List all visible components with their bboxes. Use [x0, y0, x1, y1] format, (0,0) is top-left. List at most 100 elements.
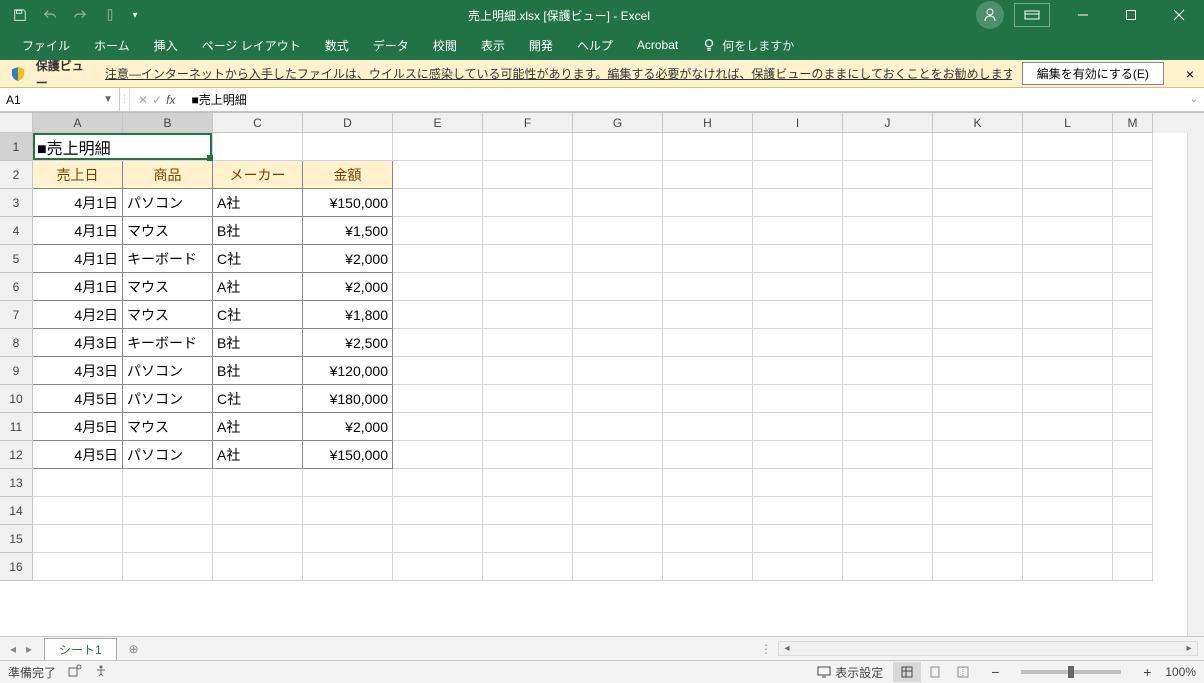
- cell[interactable]: [843, 189, 933, 217]
- vertical-scrollbar[interactable]: [1187, 133, 1204, 636]
- cell[interactable]: [663, 189, 753, 217]
- cell[interactable]: [663, 413, 753, 441]
- cell[interactable]: [213, 553, 303, 581]
- cell[interactable]: [1023, 553, 1113, 581]
- cell[interactable]: [663, 441, 753, 469]
- cell[interactable]: [753, 525, 843, 553]
- cell[interactable]: [393, 189, 483, 217]
- cell[interactable]: [303, 553, 393, 581]
- cell[interactable]: [1113, 329, 1153, 357]
- cell[interactable]: [393, 441, 483, 469]
- page-layout-view-button[interactable]: [921, 662, 949, 682]
- cell[interactable]: C社: [213, 245, 303, 273]
- touch-mode-icon[interactable]: [98, 3, 122, 27]
- cell[interactable]: [573, 189, 663, 217]
- cell[interactable]: [33, 525, 123, 553]
- cell[interactable]: [843, 329, 933, 357]
- cell[interactable]: ¥1,800: [303, 301, 393, 329]
- cell[interactable]: 4月1日: [33, 217, 123, 245]
- cell[interactable]: [483, 525, 573, 553]
- cell[interactable]: パソコン: [123, 385, 213, 413]
- select-all-corner[interactable]: [0, 113, 33, 133]
- cell[interactable]: [663, 217, 753, 245]
- row-header[interactable]: 2: [0, 161, 33, 189]
- zoom-out-button[interactable]: −: [987, 664, 1003, 680]
- cell[interactable]: [663, 553, 753, 581]
- cell[interactable]: [843, 217, 933, 245]
- macro-record-icon[interactable]: [68, 664, 82, 681]
- cell[interactable]: [933, 189, 1023, 217]
- cell[interactable]: [123, 497, 213, 525]
- cell[interactable]: [753, 553, 843, 581]
- cell[interactable]: [1113, 161, 1153, 189]
- cell[interactable]: [663, 301, 753, 329]
- cell[interactable]: [663, 161, 753, 189]
- cell[interactable]: [303, 133, 393, 161]
- zoom-in-button[interactable]: +: [1139, 664, 1155, 680]
- cell[interactable]: [1113, 133, 1153, 161]
- cell[interactable]: ¥180,000: [303, 385, 393, 413]
- cell[interactable]: [1113, 357, 1153, 385]
- cell[interactable]: [1023, 217, 1113, 245]
- qat-customize-icon[interactable]: ▾: [128, 3, 142, 27]
- cell[interactable]: マウス: [123, 217, 213, 245]
- row-header[interactable]: 11: [0, 413, 33, 441]
- cell[interactable]: [1023, 469, 1113, 497]
- tab-review[interactable]: 校閲: [423, 31, 467, 60]
- cell[interactable]: [1113, 189, 1153, 217]
- cell[interactable]: 4月1日: [33, 273, 123, 301]
- cell[interactable]: [573, 553, 663, 581]
- cell[interactable]: [753, 217, 843, 245]
- cell[interactable]: [123, 525, 213, 553]
- row-header[interactable]: 16: [0, 553, 33, 581]
- col-header-I[interactable]: I: [753, 113, 843, 133]
- cell[interactable]: [663, 357, 753, 385]
- save-icon[interactable]: [8, 3, 32, 27]
- cell[interactable]: ¥2,500: [303, 329, 393, 357]
- scroll-left-icon[interactable]: ◂: [779, 642, 795, 655]
- minimize-button[interactable]: [1060, 0, 1106, 30]
- tab-acrobat[interactable]: Acrobat: [627, 32, 688, 58]
- cell[interactable]: [843, 245, 933, 273]
- cell[interactable]: [483, 133, 573, 161]
- cell[interactable]: [933, 469, 1023, 497]
- normal-view-button[interactable]: [893, 662, 921, 682]
- row-header[interactable]: 14: [0, 497, 33, 525]
- col-header-L[interactable]: L: [1023, 113, 1113, 133]
- cell[interactable]: [933, 413, 1023, 441]
- cell[interactable]: ¥2,000: [303, 273, 393, 301]
- tell-me-search[interactable]: 何をしますか: [692, 31, 804, 60]
- cell[interactable]: [1113, 301, 1153, 329]
- cell[interactable]: [753, 189, 843, 217]
- cell[interactable]: [393, 329, 483, 357]
- cell[interactable]: [1113, 413, 1153, 441]
- cell[interactable]: [483, 385, 573, 413]
- cell[interactable]: マウス: [123, 301, 213, 329]
- cancel-icon[interactable]: ✕: [138, 93, 148, 107]
- cell[interactable]: [1113, 273, 1153, 301]
- cell[interactable]: [303, 497, 393, 525]
- cell[interactable]: [1113, 497, 1153, 525]
- row-header[interactable]: 5: [0, 245, 33, 273]
- cell[interactable]: [573, 469, 663, 497]
- row-header[interactable]: 6: [0, 273, 33, 301]
- cell[interactable]: [1113, 245, 1153, 273]
- cell[interactable]: [933, 217, 1023, 245]
- cell[interactable]: [573, 441, 663, 469]
- cell[interactable]: [1023, 525, 1113, 553]
- cell[interactable]: [843, 441, 933, 469]
- close-icon[interactable]: ×: [1186, 66, 1194, 82]
- cell[interactable]: [483, 301, 573, 329]
- cell[interactable]: [753, 497, 843, 525]
- sheet-nav-next-icon[interactable]: ▸: [22, 642, 36, 656]
- cell[interactable]: 4月1日: [33, 245, 123, 273]
- cell[interactable]: [1023, 245, 1113, 273]
- cell[interactable]: [393, 413, 483, 441]
- close-button[interactable]: [1156, 0, 1202, 30]
- cell[interactable]: [483, 217, 573, 245]
- tab-insert[interactable]: 挿入: [144, 31, 188, 60]
- cell[interactable]: [843, 301, 933, 329]
- col-header-B[interactable]: B: [123, 113, 213, 133]
- cell[interactable]: [663, 525, 753, 553]
- cell[interactable]: A社: [213, 413, 303, 441]
